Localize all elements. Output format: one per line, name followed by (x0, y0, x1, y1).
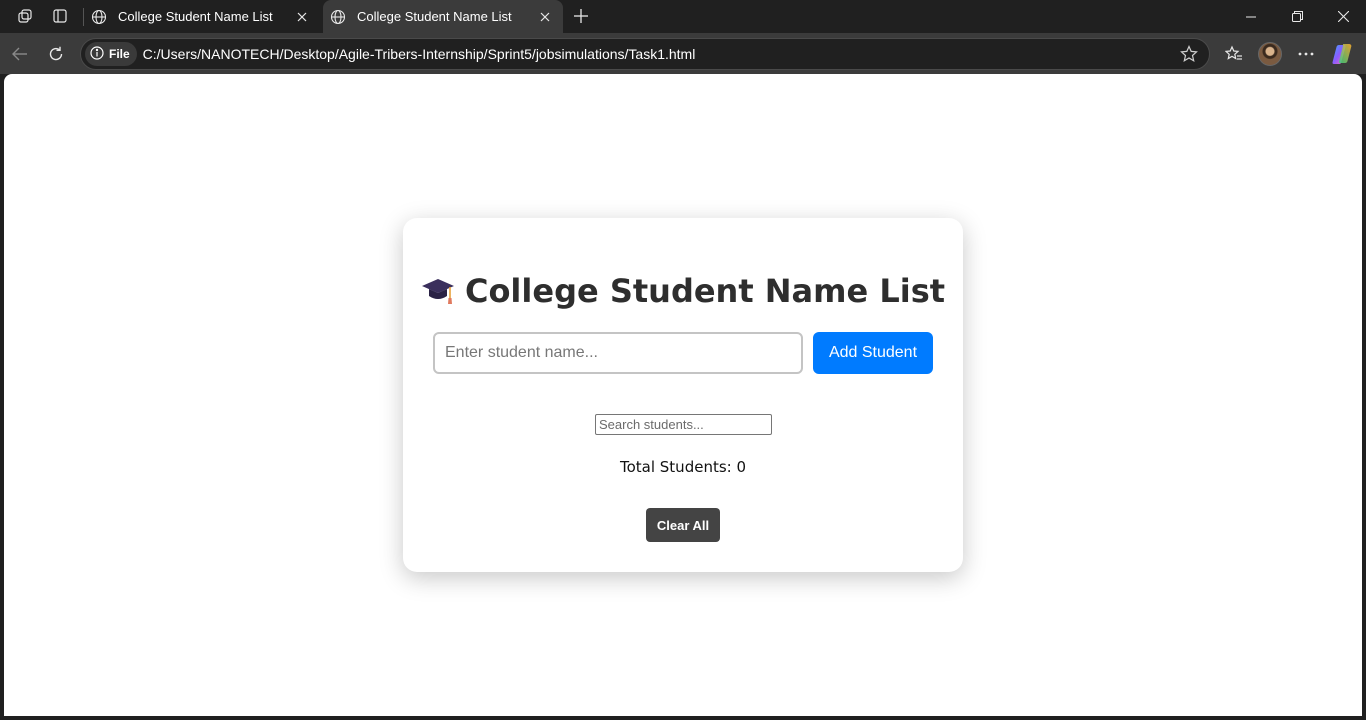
address-bar[interactable]: File C:/Users/NANOTECH/Desktop/Agile-Tri… (80, 38, 1210, 70)
student-name-input[interactable] (433, 332, 803, 374)
new-tab-button[interactable] (569, 4, 593, 28)
favorites-icon[interactable] (1220, 40, 1248, 68)
workspaces-icon[interactable] (12, 4, 38, 28)
tab-active[interactable]: College Student Name List (323, 0, 563, 33)
title-text: College Student Name List (464, 272, 946, 310)
clear-all-button[interactable]: Clear All (646, 508, 720, 542)
search-input[interactable] (595, 414, 772, 435)
graduation-cap-icon (421, 274, 455, 316)
more-options-icon[interactable] (1292, 40, 1320, 68)
scheme-label: File (109, 47, 130, 61)
back-button[interactable] (6, 40, 34, 68)
page-viewport: College Student Name List Add Student To… (4, 74, 1362, 716)
url-text[interactable]: C:/Users/NANOTECH/Desktop/Agile-Tribers-… (143, 46, 1175, 62)
student-list-card: College Student Name List Add Student To… (403, 218, 963, 572)
add-student-button[interactable]: Add Student (813, 332, 933, 374)
globe-icon (329, 8, 347, 26)
tab-inactive[interactable]: College Student Name List (84, 0, 320, 33)
total-students-label: Total Students: 0 (619, 458, 747, 476)
globe-icon (90, 8, 108, 26)
info-icon (90, 45, 104, 63)
close-icon[interactable] (292, 7, 312, 27)
favorite-star-icon[interactable] (1175, 40, 1203, 68)
tab-title: College Student Name List (357, 9, 512, 24)
tab-actions-icon[interactable] (47, 4, 73, 28)
tab-title: College Student Name List (118, 9, 273, 24)
minimize-button[interactable] (1228, 0, 1274, 33)
restore-button[interactable] (1274, 0, 1320, 33)
page-title: College Student Name List (403, 272, 963, 316)
close-icon[interactable] (535, 7, 555, 27)
refresh-button[interactable] (42, 40, 70, 68)
profile-avatar[interactable] (1258, 42, 1282, 66)
tab-strip: College Student Name List College Studen… (0, 0, 1366, 33)
browser-toolbar: File C:/Users/NANOTECH/Desktop/Agile-Tri… (0, 33, 1366, 74)
site-info-button[interactable]: File (85, 42, 137, 66)
copilot-icon[interactable] (1330, 42, 1356, 68)
close-window-button[interactable] (1320, 0, 1366, 33)
